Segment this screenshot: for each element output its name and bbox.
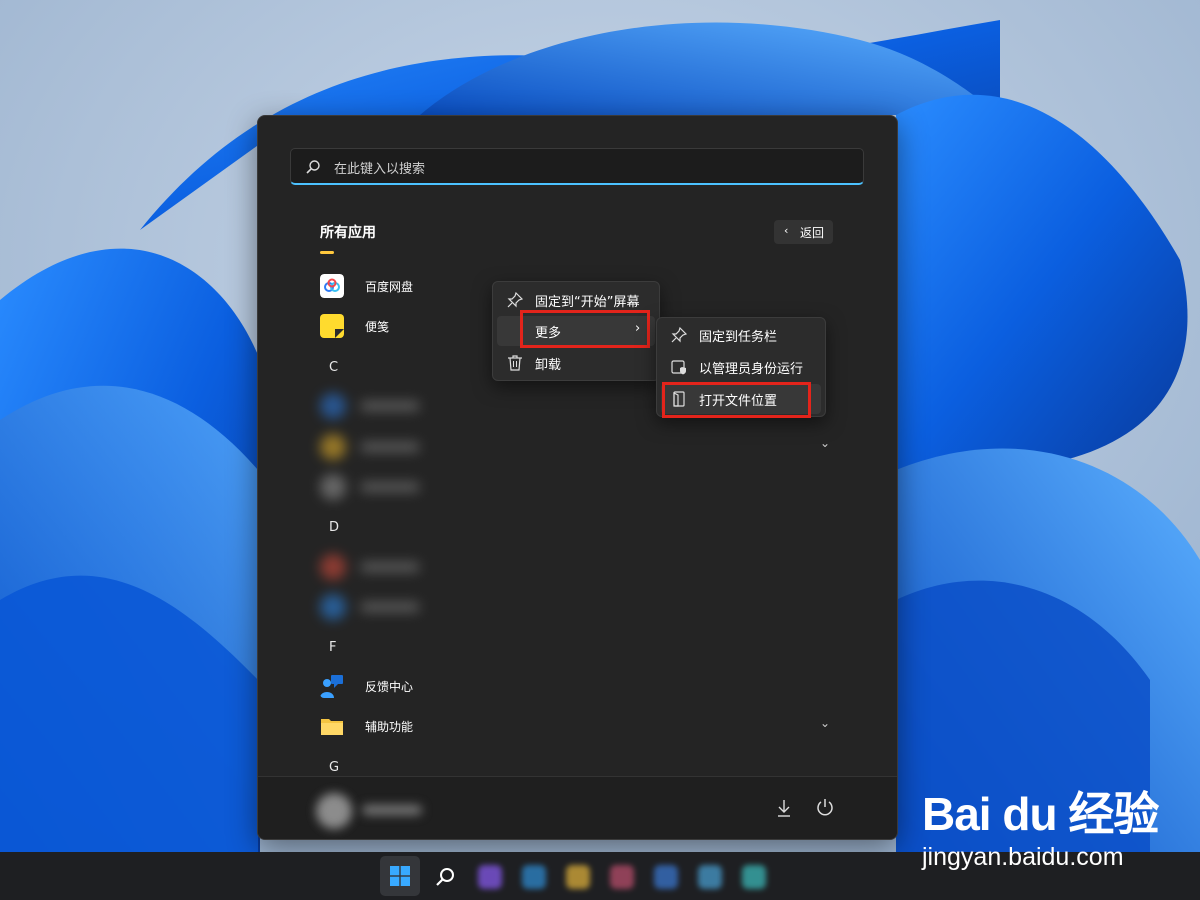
app-name: 辅助功能 xyxy=(365,720,414,734)
blurred-app-item[interactable] xyxy=(320,474,430,500)
letter-header-g[interactable]: G xyxy=(329,760,339,775)
taskbar-app-icon[interactable] xyxy=(566,865,590,889)
taskbar-app-icon[interactable] xyxy=(698,865,722,889)
taskbar-app-icon[interactable] xyxy=(478,865,502,889)
user-name-blurred[interactable] xyxy=(362,805,422,815)
back-button[interactable]: ‹ 返回 xyxy=(774,220,833,244)
blurred-app-item[interactable] xyxy=(320,594,430,620)
sticky-notes-icon xyxy=(320,314,344,338)
pin-icon xyxy=(671,327,687,343)
search-placeholder[interactable]: 在此键入以搜索 xyxy=(334,158,425,177)
app-name: 便笺 xyxy=(365,320,390,334)
chevron-left-icon: ‹ xyxy=(784,224,789,237)
menu-item-uninstall[interactable]: 卸载 xyxy=(497,348,655,378)
search-icon xyxy=(306,160,320,174)
letter-header-d[interactable]: D xyxy=(329,520,339,535)
chevron-down-icon[interactable]: ⌄ xyxy=(820,716,830,730)
taskbar-search-button[interactable] xyxy=(425,856,465,896)
taskbar-app-icon[interactable] xyxy=(610,865,634,889)
folder-icon xyxy=(321,719,343,735)
highlight-box-open-file-location xyxy=(662,382,811,418)
start-menu: 在此键入以搜索 所有应用 ‹ 返回 百度网盘 便笺 C ⌄ D F 反馈中心 辅… xyxy=(257,115,898,840)
taskbar-app-icon[interactable] xyxy=(522,865,546,889)
chevron-down-icon[interactable]: ⌄ xyxy=(820,436,830,450)
start-menu-footer xyxy=(258,776,897,839)
menu-item-label: 固定到任务栏 xyxy=(699,330,778,345)
title-underline xyxy=(320,251,334,254)
menu-item-pin-to-taskbar[interactable]: 固定到任务栏 xyxy=(661,320,821,350)
letter-header-f[interactable]: F xyxy=(329,640,336,655)
app-name: 反馈中心 xyxy=(365,680,414,694)
search-box[interactable]: 在此键入以搜索 xyxy=(290,148,864,185)
baidu-jingyan-watermark-logo: Bai du 经验 xyxy=(922,788,1159,840)
baidu-jingyan-watermark-url: jingyan.baidu.com xyxy=(922,843,1124,871)
power-icon[interactable] xyxy=(816,798,834,816)
taskbar-app-icon[interactable] xyxy=(654,865,678,889)
start-button[interactable] xyxy=(380,856,420,896)
menu-item-run-as-admin[interactable]: 以管理员身份运行 xyxy=(661,352,821,382)
blurred-app-item[interactable] xyxy=(320,393,430,419)
blurred-app-item[interactable] xyxy=(320,554,430,580)
search-icon xyxy=(436,868,454,886)
download-icon[interactable] xyxy=(776,799,792,817)
feedback-hub-icon xyxy=(320,675,343,698)
trash-icon xyxy=(508,355,522,371)
avatar[interactable] xyxy=(316,793,352,829)
letter-header-c[interactable]: C xyxy=(329,360,338,375)
menu-item-label: 固定到“开始”屏幕 xyxy=(535,295,640,310)
app-name: 百度网盘 xyxy=(365,280,414,294)
admin-shield-icon xyxy=(671,360,686,375)
section-title: 所有应用 xyxy=(320,225,376,241)
windows-logo-icon xyxy=(390,866,410,886)
back-label: 返回 xyxy=(800,226,825,240)
menu-item-label: 卸载 xyxy=(535,358,562,373)
taskbar-app-icon[interactable] xyxy=(742,865,766,889)
blurred-app-item[interactable] xyxy=(320,434,430,460)
menu-item-label: 以管理员身份运行 xyxy=(699,362,804,377)
highlight-box-more xyxy=(520,310,650,348)
pin-icon xyxy=(507,292,523,308)
baidu-netdisk-icon xyxy=(320,274,344,298)
